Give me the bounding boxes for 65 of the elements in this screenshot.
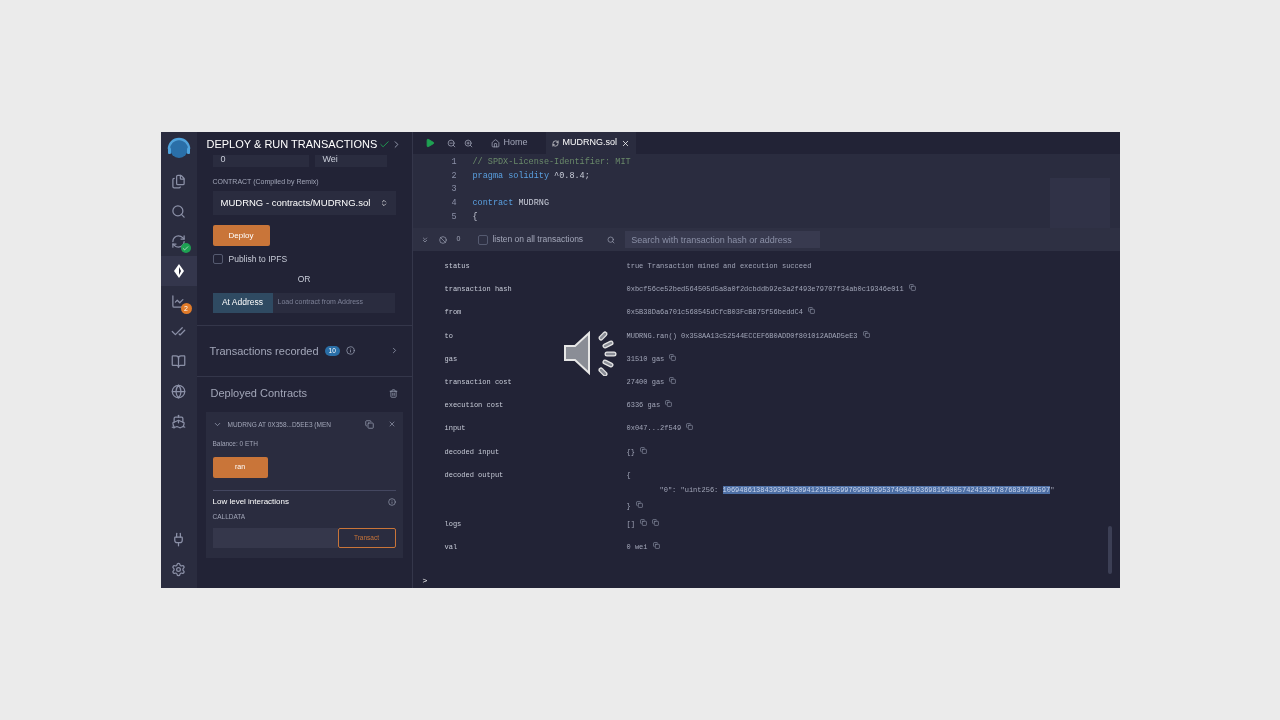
section-title[interactable]: Transactions recorded	[209, 342, 319, 359]
search-field[interactable]: Search with transaction hash or address	[625, 231, 821, 248]
checkbox-label: Publish to IPFS	[228, 253, 288, 266]
unit-select[interactable]: Wei	[314, 154, 387, 167]
chevrons-down-icon[interactable]	[420, 235, 429, 244]
calldata-field[interactable]	[212, 527, 338, 548]
line-number: 3	[450, 183, 457, 197]
home-icon	[490, 138, 500, 148]
copy-icon[interactable]	[669, 353, 677, 361]
value-field[interactable]: 0	[212, 154, 309, 167]
info-icon[interactable]	[387, 498, 396, 506]
line-number: 5	[450, 210, 457, 224]
checkbox[interactable]	[212, 254, 223, 265]
search-icon	[607, 235, 616, 244]
files-icon[interactable]	[171, 173, 186, 189]
globe-icon[interactable]	[171, 383, 186, 399]
section-title: Deployed Contracts	[210, 386, 308, 401]
terminal-prompt[interactable]: >	[422, 575, 1120, 587]
up-down-icon	[379, 199, 388, 207]
chart-icon[interactable]	[171, 293, 186, 309]
book-icon[interactable]	[171, 353, 186, 369]
copy-icon[interactable]	[635, 500, 643, 508]
copy-icon[interactable]	[862, 330, 870, 338]
section-title: Low level interactions	[212, 496, 289, 508]
panel-title: DEPLOY & RUN TRANSACTIONS	[206, 137, 378, 152]
copy-icon[interactable]	[364, 419, 374, 429]
copy-icon[interactable]	[651, 519, 659, 527]
scrollbar[interactable]	[1107, 526, 1112, 574]
icon-bar-item[interactable]	[160, 256, 197, 286]
copy-icon[interactable]	[639, 519, 647, 527]
copy-icon[interactable]	[652, 542, 660, 550]
settings-icon[interactable]	[171, 561, 186, 577]
code-line: // SPDX-License-Identifier: MIT	[472, 156, 631, 169]
editor-tab[interactable]: Home	[484, 132, 534, 154]
info-icon[interactable]	[345, 346, 355, 356]
plug-icon[interactable]	[171, 531, 186, 547]
contract-select[interactable]: MUDRNG - contracts/MUDRNG.sol	[212, 191, 396, 215]
close-icon[interactable]	[621, 138, 631, 148]
code-line: contract MUDRNG	[472, 197, 550, 211]
at-address-button[interactable]: At Address	[212, 292, 273, 313]
copy-icon[interactable]	[807, 307, 815, 315]
run-icon[interactable]	[424, 138, 435, 148]
line-number: 2	[450, 169, 457, 183]
checkbox[interactable]	[478, 234, 489, 245]
line-number: 1	[450, 156, 457, 169]
or-divider-text: OR	[297, 272, 311, 286]
check-icon	[379, 138, 391, 150]
editor-tab[interactable]: MUDRNG.sol	[545, 132, 637, 154]
copy-icon[interactable]	[686, 423, 694, 431]
copy-icon[interactable]	[908, 284, 916, 292]
zoom-in-icon[interactable]	[463, 138, 473, 148]
ship-icon[interactable]	[171, 413, 186, 429]
copy-icon[interactable]	[639, 446, 647, 454]
refresh-icon[interactable]	[171, 233, 186, 249]
code-line: {	[472, 210, 478, 224]
deploy-button[interactable]: Deploy	[212, 225, 270, 246]
check-badge-icon	[180, 243, 191, 253]
code-line: pragma solidity ^0.8.4;	[472, 169, 590, 183]
copy-icon[interactable]	[665, 400, 673, 408]
search-icon[interactable]	[171, 203, 186, 219]
line-number: 4	[450, 197, 457, 211]
checkbox-label: listen on all transactions	[492, 233, 584, 246]
zoom-out-icon[interactable]	[446, 138, 456, 148]
trash-icon[interactable]	[388, 388, 398, 398]
copy-icon[interactable]	[669, 376, 677, 384]
